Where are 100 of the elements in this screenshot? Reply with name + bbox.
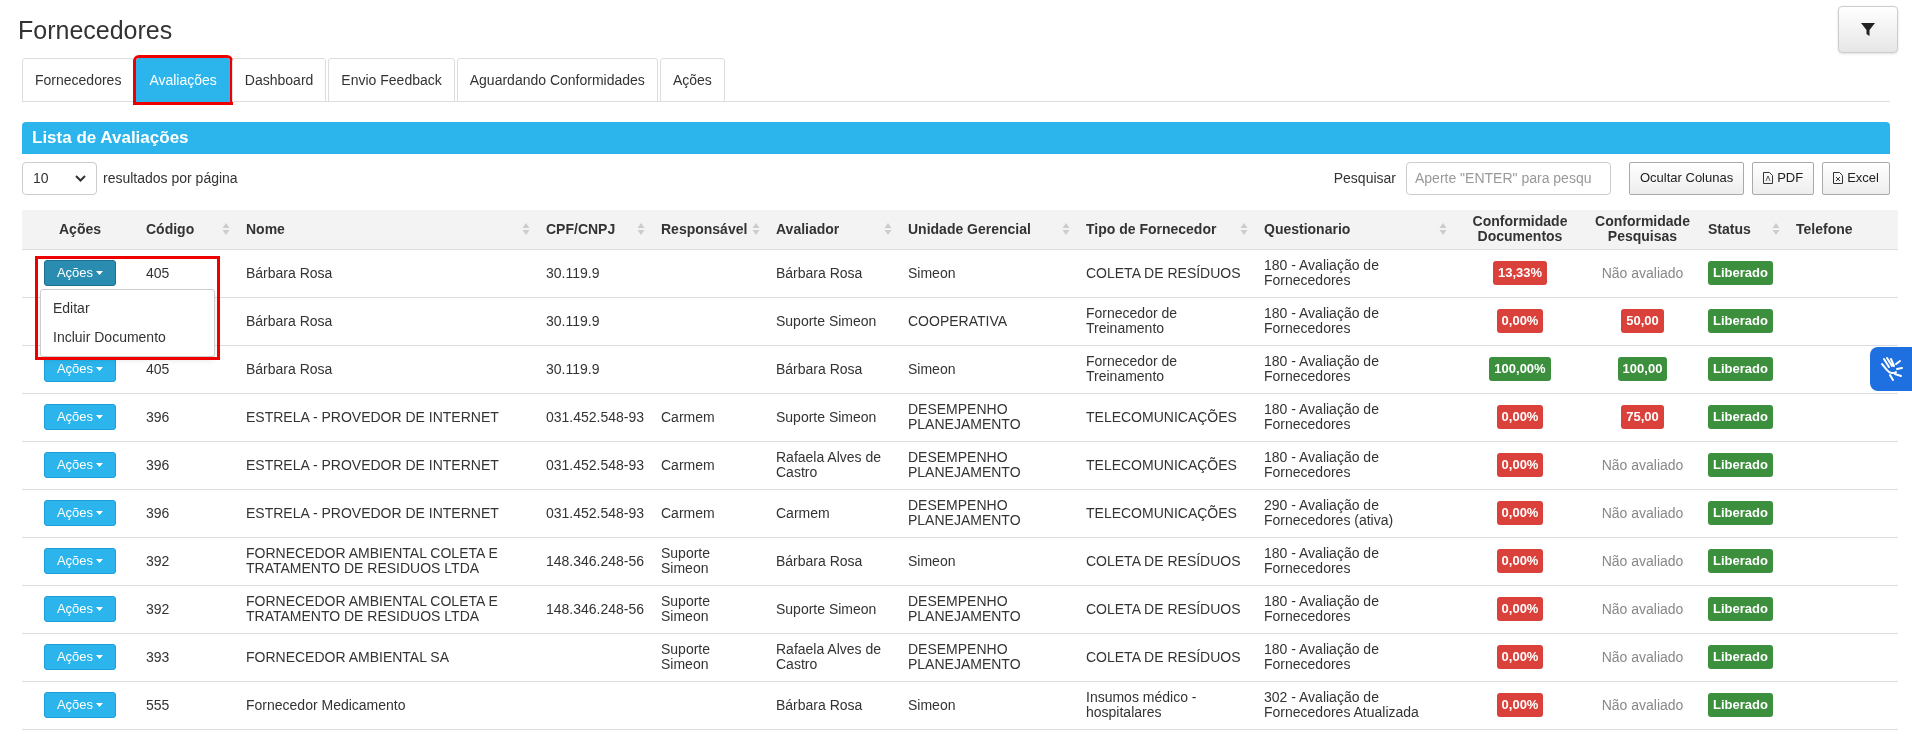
search-label: Pesquisar xyxy=(1333,168,1396,188)
pdf-file-icon xyxy=(1763,172,1774,184)
column-header[interactable]: Responsável xyxy=(661,221,760,237)
unit-text: Simeon xyxy=(908,696,956,713)
column-header[interactable]: Telefone xyxy=(1796,221,1853,237)
responsible-text: Suporte Simeon xyxy=(661,545,711,576)
evaluator-text: Bárbara Rosa xyxy=(776,360,863,377)
name-text: ESTRELA - PROVEDOR DE INTERNET xyxy=(246,456,499,473)
responsible-text: Carmem xyxy=(661,456,715,473)
column-header[interactable]: Conformidade Documentos xyxy=(1463,214,1577,245)
percentage-badge: 0,00% xyxy=(1496,453,1544,477)
not-evaluated-text: Não avaliado xyxy=(1601,552,1684,569)
status-badge: Liberado xyxy=(1708,693,1773,717)
search-field[interactable]: Aperte "ENTER" para pesqu xyxy=(1406,161,1611,195)
pdf-button[interactable]: PDF xyxy=(1752,161,1815,195)
questionnaire-text: 180 - Avaliação de Fornecedores xyxy=(1264,401,1379,432)
evaluator-text: Rafaela Alves de Castro xyxy=(776,449,882,480)
not-evaluated-text: Não avaliado xyxy=(1601,504,1684,521)
evaluator-text: Carmem xyxy=(776,504,830,521)
caret-down-icon xyxy=(96,703,104,707)
column-header[interactable]: Status xyxy=(1708,221,1780,237)
menu-item[interactable]: Editar xyxy=(41,293,214,323)
excel-file-icon xyxy=(1833,172,1844,184)
supplier-type-text: COLETA DE RESÍDUOS xyxy=(1086,648,1241,665)
column-header[interactable]: Tipo de Fornecedor xyxy=(1086,221,1248,237)
code-text: 396 xyxy=(146,504,170,521)
hands-icon xyxy=(1878,355,1906,383)
evaluator-text: Bárbara Rosa xyxy=(776,264,863,281)
menu-item[interactable]: Incluir Documento xyxy=(41,322,214,352)
sort-icon xyxy=(1062,222,1070,237)
questionnaire-text: 180 - Avaliação de Fornecedores xyxy=(1264,305,1379,336)
column-header[interactable]: Unidade Gerencial xyxy=(908,221,1070,237)
responsible-text: Carmem xyxy=(661,504,715,521)
actions-dropdown-button[interactable]: Ações xyxy=(44,260,116,286)
page-size-label: resultados por página xyxy=(103,168,238,188)
column-header[interactable]: Conformidade Pesquisas xyxy=(1593,214,1692,245)
unit-text: Simeon xyxy=(908,264,956,281)
not-evaluated-text: Não avaliado xyxy=(1601,600,1684,617)
caret-down-icon xyxy=(96,559,104,563)
not-evaluated-text: Não avaliado xyxy=(1601,456,1684,473)
column-header[interactable]: Ações xyxy=(59,221,101,237)
caret-down-icon xyxy=(96,655,104,659)
unit-text: DESEMPENHO PLANEJAMENTO xyxy=(908,593,1021,624)
percentage-badge: 0,00% xyxy=(1496,309,1544,333)
questionnaire-text: 302 - Avaliação de Fornecedores Atualizada xyxy=(1264,689,1419,720)
questionnaire-text: 180 - Avaliação de Fornecedores xyxy=(1264,449,1379,480)
filter-button[interactable] xyxy=(1838,6,1898,53)
column-header[interactable]: Nome xyxy=(246,221,530,237)
tab[interactable]: Dashboard xyxy=(231,58,327,102)
supplier-type-text: Insumos médico - hospitalares xyxy=(1086,689,1197,720)
unit-text: DESEMPENHO PLANEJAMENTO xyxy=(908,497,1021,528)
sort-icon xyxy=(1772,222,1780,237)
column-header[interactable]: CPF/CNPJ xyxy=(546,221,645,237)
status-badge: Liberado xyxy=(1708,261,1773,285)
hide-columns-button[interactable]: Ocultar Colunas xyxy=(1629,161,1745,195)
sort-icon xyxy=(222,222,230,237)
code-text: 393 xyxy=(146,648,170,665)
questionnaire-text: 180 - Avaliação de Fornecedores xyxy=(1264,593,1379,624)
percentage-badge: 13,33% xyxy=(1492,261,1548,285)
questionnaire-text: 290 - Avaliação de Fornecedores (ativa) xyxy=(1264,497,1394,528)
sign-language-button[interactable] xyxy=(1870,347,1912,391)
name-text: FORNECEDOR AMBIENTAL SA xyxy=(246,648,450,665)
document-number-text: 031.452.548-93 xyxy=(546,456,645,473)
caret-down-icon xyxy=(96,511,104,515)
excel-button[interactable]: Excel xyxy=(1822,161,1890,195)
supplier-type-text: COLETA DE RESÍDUOS xyxy=(1086,600,1241,617)
tab[interactable]: Ações xyxy=(659,58,725,102)
sort-icon xyxy=(1439,222,1447,237)
not-evaluated-text: Não avaliado xyxy=(1601,264,1684,281)
supplier-type-text: TELECOMUNICAÇÕES xyxy=(1086,408,1237,425)
questionnaire-text: 180 - Avaliação de Fornecedores xyxy=(1264,353,1379,384)
document-number-text: 30.119.9 xyxy=(546,360,600,377)
code-text: 405 xyxy=(146,264,170,281)
tab[interactable]: Fornecedores xyxy=(22,58,135,102)
column-header[interactable]: Questionario xyxy=(1264,221,1447,237)
evaluator-text: Rafaela Alves de Castro xyxy=(776,641,882,672)
evaluator-text: Suporte Simeon xyxy=(776,600,877,617)
not-evaluated-text: Não avaliado xyxy=(1601,696,1684,713)
status-badge: Liberado xyxy=(1708,645,1773,669)
sort-icon xyxy=(752,222,760,237)
tab[interactable]: Aguardando Conformidades xyxy=(456,58,658,102)
caret-down-icon xyxy=(96,415,104,419)
percentage-badge: 0,00% xyxy=(1496,501,1544,525)
name-text: Bárbara Rosa xyxy=(246,264,333,281)
page-size-select[interactable]: 10 xyxy=(22,161,97,195)
unit-text: DESEMPENHO PLANEJAMENTO xyxy=(908,401,1021,432)
unit-text: Simeon xyxy=(908,360,956,377)
code-text: 396 xyxy=(146,456,170,473)
score-badge: 75,00 xyxy=(1621,405,1664,429)
percentage-badge: 0,00% xyxy=(1496,645,1544,669)
score-badge: 50,00 xyxy=(1621,309,1664,333)
unit-text: DESEMPENHO PLANEJAMENTO xyxy=(908,641,1021,672)
percentage-badge: 0,00% xyxy=(1496,597,1544,621)
name-text: ESTRELA - PROVEDOR DE INTERNET xyxy=(246,408,499,425)
supplier-type-text: COLETA DE RESÍDUOS xyxy=(1086,552,1241,569)
evaluator-text: Suporte Simeon xyxy=(776,408,877,425)
code-text: 405 xyxy=(146,360,170,377)
tab[interactable]: Envio Feedback xyxy=(328,58,455,102)
column-header[interactable]: Código xyxy=(146,221,230,237)
column-header[interactable]: Avaliador xyxy=(776,221,892,237)
